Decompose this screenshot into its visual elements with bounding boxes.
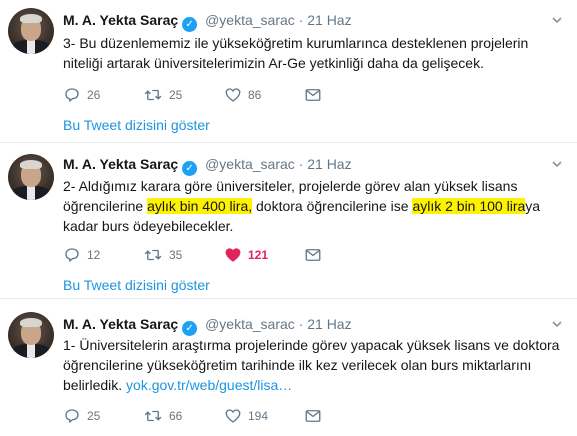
reply-icon xyxy=(65,88,79,102)
avatar[interactable] xyxy=(8,8,54,54)
highlighted-text: aylık 2 bin 100 lira xyxy=(412,198,526,214)
retweet-icon xyxy=(144,249,162,261)
dm-icon xyxy=(305,409,321,422)
tweet[interactable]: M. A. Yekta Saraç ✓ @yekta_sarac · 21 Haz… xyxy=(0,300,577,436)
dm-icon xyxy=(305,248,321,261)
tweet-date[interactable]: 21 Haz xyxy=(307,12,351,28)
reply-button[interactable]: 25 xyxy=(63,405,100,425)
author-handle[interactable]: @yekta_sarac xyxy=(205,316,295,332)
reply-icon xyxy=(65,409,79,423)
author-name[interactable]: M. A. Yekta Saraç xyxy=(63,316,178,332)
chevron-down-icon[interactable] xyxy=(551,14,563,26)
verified-icon: ✓ xyxy=(182,161,198,176)
chevron-down-icon[interactable] xyxy=(551,158,563,170)
like-count: 121 xyxy=(248,247,269,262)
author-handle[interactable]: @yekta_sarac xyxy=(205,12,295,28)
tweet-date[interactable]: 21 Haz xyxy=(307,156,351,172)
reply-icon xyxy=(65,248,79,262)
author-name[interactable]: M. A. Yekta Saraç xyxy=(63,156,178,172)
author-handle[interactable]: @yekta_sarac xyxy=(205,156,295,172)
verified-icon: ✓ xyxy=(182,17,198,32)
tweet-text: 2- Aldığımız karara göre üniversiteler, … xyxy=(63,176,563,236)
reply-button[interactable]: 26 xyxy=(63,84,100,104)
dm-button[interactable] xyxy=(304,84,322,104)
tweet-header: M. A. Yekta Saraç ✓ @yekta_sarac · 21 Haz xyxy=(63,155,352,176)
verified-icon: ✓ xyxy=(182,321,198,336)
avatar-hair xyxy=(20,160,42,169)
like-count: 194 xyxy=(248,408,269,423)
retweet-button[interactable]: 35 xyxy=(143,244,182,264)
reply-count: 25 xyxy=(87,408,101,423)
like-button[interactable]: 194 xyxy=(224,405,268,425)
retweet-icon xyxy=(144,410,162,422)
dm-button[interactable] xyxy=(304,405,322,425)
separator-dot: · xyxy=(298,156,304,172)
avatar-shirt xyxy=(27,344,35,358)
avatar-shirt xyxy=(27,40,35,54)
separator-dot: · xyxy=(298,316,304,332)
retweet-count: 66 xyxy=(169,408,183,423)
reply-button[interactable]: 12 xyxy=(63,244,100,264)
author-name[interactable]: M. A. Yekta Saraç xyxy=(63,12,178,28)
retweet-count: 25 xyxy=(169,87,183,102)
retweet-button[interactable]: 25 xyxy=(143,84,182,104)
tweet[interactable]: M. A. Yekta Saraç ✓ @yekta_sarac · 21 Haz… xyxy=(0,0,577,143)
like-icon xyxy=(225,248,241,262)
like-icon xyxy=(225,88,241,102)
tweet-header: M. A. Yekta Saraç ✓ @yekta_sarac · 21 Haz xyxy=(63,11,352,32)
highlighted-text: aylık bin 400 lira, xyxy=(147,198,253,214)
dm-icon xyxy=(305,88,321,101)
tweet-url-link[interactable]: yok.gov.tr/web/guest/lisa… xyxy=(126,377,292,393)
reply-count: 12 xyxy=(87,247,101,262)
tweet-date[interactable]: 21 Haz xyxy=(307,316,351,332)
like-button[interactable]: 121 xyxy=(224,244,268,264)
reply-count: 26 xyxy=(87,87,101,102)
separator-dot: · xyxy=(298,12,304,28)
show-thread-link[interactable]: Bu Tweet dizisini göster xyxy=(63,276,210,294)
show-thread-link[interactable]: Bu Tweet dizisini göster xyxy=(63,116,210,134)
avatar-shirt xyxy=(27,186,35,200)
tweet-text: 1- Üniversitelerin araştırma projelerind… xyxy=(63,335,563,395)
retweet-count: 35 xyxy=(169,247,183,262)
dm-button[interactable] xyxy=(304,244,322,264)
tweet[interactable]: M. A. Yekta Saraç ✓ @yekta_sarac · 21 Haz… xyxy=(0,144,577,299)
tweet-feed: M. A. Yekta Saraç ✓ @yekta_sarac · 21 Haz… xyxy=(0,0,577,436)
like-button[interactable]: 86 xyxy=(224,84,261,104)
like-count: 86 xyxy=(248,87,262,102)
retweet-icon xyxy=(144,89,162,101)
tweet-text: 3- Bu düzenlememiz ile yükseköğretim kur… xyxy=(63,33,563,73)
avatar[interactable] xyxy=(8,154,54,200)
retweet-button[interactable]: 66 xyxy=(143,405,182,425)
chevron-down-icon[interactable] xyxy=(551,318,563,330)
avatar[interactable] xyxy=(8,312,54,358)
like-icon xyxy=(225,409,241,423)
tweet-text-part: doktora öğrencilerine ise xyxy=(252,198,413,214)
tweet-text-part: 3- Bu düzenlememiz ile yükseköğretim kur… xyxy=(63,35,529,71)
avatar-hair xyxy=(20,318,42,327)
tweet-header: M. A. Yekta Saraç ✓ @yekta_sarac · 21 Haz xyxy=(63,315,352,336)
avatar-hair xyxy=(20,14,42,23)
